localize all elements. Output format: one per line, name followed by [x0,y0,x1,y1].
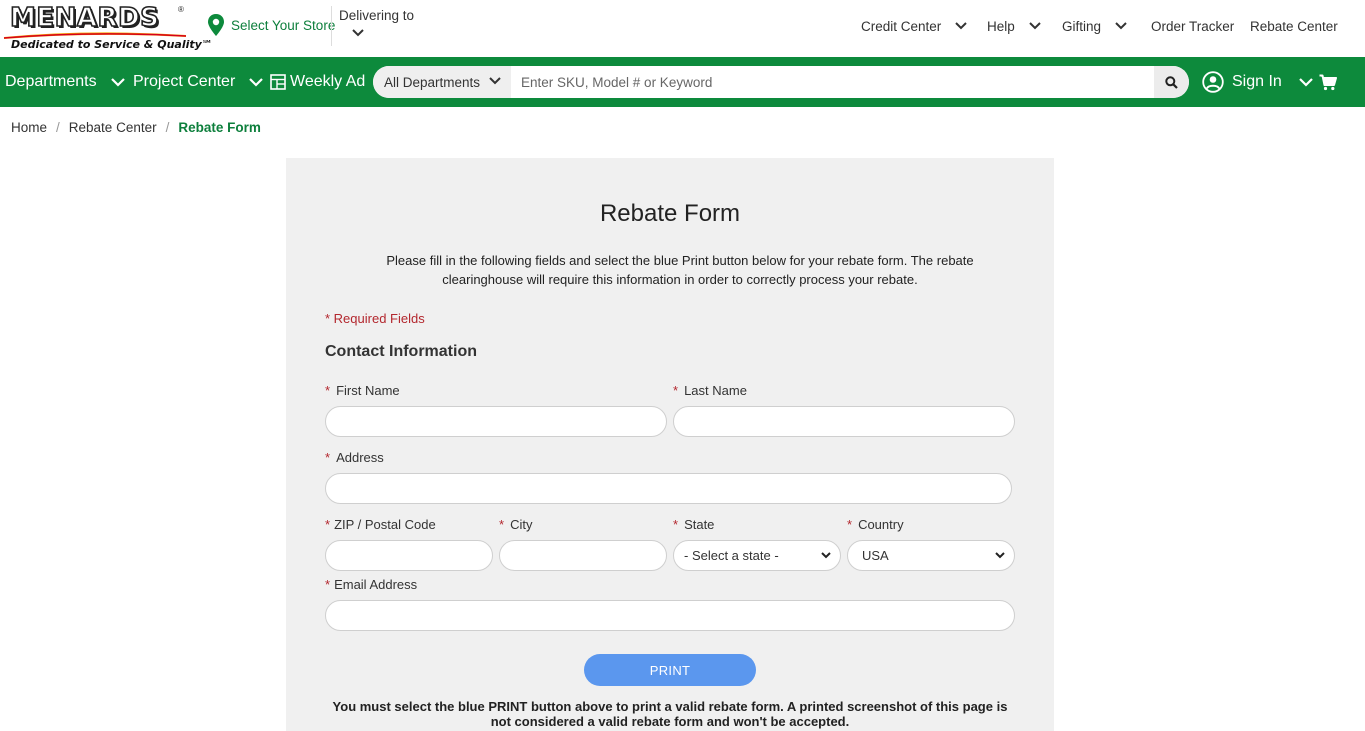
help-menu[interactable]: Help [987,16,1041,36]
utility-header: MENARDS ® Dedicated to Service & Quality… [0,0,1365,57]
shopping-cart-icon [1319,74,1337,90]
print-button[interactable]: PRINT [584,654,756,686]
chevron-down-icon [1029,22,1041,30]
breadcrumb-current: Rebate Form [178,120,261,135]
weekly-ad-icon [270,74,286,90]
project-center-menu[interactable]: Project Center [133,57,264,107]
chevron-down-icon [995,552,1005,559]
address-field[interactable] [325,473,1012,504]
breadcrumb-home[interactable]: Home [11,120,47,135]
chevron-down-icon [821,552,831,559]
first-name-field[interactable] [325,406,667,437]
sign-in-label: Sign In [1232,73,1282,90]
zip-field[interactable] [325,540,493,571]
breadcrumb: Home / Rebate Center / Rebate Form [11,120,261,135]
chevron-down-icon [955,22,968,30]
search-scope-select[interactable]: All Departments [373,66,511,98]
weekly-ad-link[interactable]: Weekly Ad [270,57,365,107]
rebate-form-panel: Rebate Form Please fill in the following… [286,158,1054,731]
country-label: * Country [847,517,904,532]
breadcrumb-separator: / [165,120,170,135]
menards-logo[interactable]: MENARDS ® Dedicated to Service & Quality… [2,2,213,53]
gifting-menu[interactable]: Gifting [1062,16,1127,36]
required-marker: * [673,517,679,532]
chevron-down-icon [249,77,264,87]
required-marker: * [673,383,679,398]
order-tracker-link[interactable]: Order Tracker [1151,16,1234,36]
breadcrumb-separator: / [56,120,60,135]
user-account-icon [1202,71,1224,93]
chevron-down-icon [352,29,364,37]
state-label-text: State [684,517,715,532]
zip-label-text: ZIP / Postal Code [334,517,436,532]
zip-label: * ZIP / Postal Code [325,517,436,532]
last-name-field[interactable] [673,406,1015,437]
chevron-down-icon [489,77,501,85]
rebate-center-link[interactable]: Rebate Center [1250,16,1338,36]
cart-button[interactable] [1319,57,1337,107]
first-name-label: * First Name [325,383,400,398]
project-center-label: Project Center [133,73,236,90]
city-label-text: City [510,517,533,532]
required-marker: * [499,517,505,532]
first-name-label-text: First Name [336,383,400,398]
chevron-down-icon [1115,22,1127,30]
email-label: * Email Address [325,577,417,592]
header-divider [331,6,332,46]
required-fields-note: * Required Fields [325,311,425,326]
form-instructions: Please fill in the following fields and … [386,253,974,287]
search-icon [1165,75,1178,89]
breadcrumb-rebate-center[interactable]: Rebate Center [69,120,157,135]
chevron-down-icon [1299,77,1313,87]
select-store-label: Select Your Store [231,17,336,33]
delivering-label: Delivering to [339,8,415,23]
departments-menu[interactable]: Departments [5,57,125,107]
delivering-to-dropdown[interactable]: Delivering to [339,7,415,37]
required-marker: * [325,577,331,592]
search-button[interactable] [1154,66,1189,98]
address-label-text: Address [336,450,384,465]
last-name-label: * Last Name [673,383,747,398]
email-label-text: Email Address [334,577,418,592]
required-marker: * [847,517,853,532]
help-label: Help [987,18,1015,34]
credit-center-menu[interactable]: Credit Center [861,16,968,36]
rebate-center-label: Rebate Center [1250,18,1338,34]
order-tracker-label: Order Tracker [1151,18,1235,34]
state-select-value: - Select a state - [684,548,779,563]
weekly-ad-label: Weekly Ad [290,73,366,90]
country-label-text: Country [858,517,904,532]
city-label: * City [499,517,532,532]
chevron-down-icon [110,77,125,87]
country-select[interactable]: USA [847,540,1015,571]
address-label: * Address [325,450,384,465]
gifting-label: Gifting [1062,18,1102,34]
departments-label: Departments [5,73,97,90]
search-bar: All Departments [373,66,1189,98]
required-marker: * [325,450,331,465]
location-pin-icon [208,14,224,36]
logo-tagline: Dedicated to Service & Quality℠ [11,38,214,51]
city-field[interactable] [499,540,667,571]
logo-wordmark: MENARDS [9,2,160,34]
select-store-link[interactable]: Select Your Store [207,12,335,38]
print-warning: You must select the blue PRINT button ab… [332,699,1008,729]
logo-registered-mark: ® [178,5,184,14]
page-title: Rebate Form [599,200,741,227]
contact-info-heading: Contact Information [325,343,477,360]
sign-in-menu[interactable]: Sign In [1202,57,1313,107]
required-marker: * [325,383,331,398]
country-select-value: USA [862,548,889,563]
required-marker: * [325,517,331,532]
search-input[interactable] [511,66,1155,98]
state-label: * State [673,517,714,532]
search-scope-label: All Departments [384,74,481,90]
main-nav-bar: Departments Project Center Weekly Ad All… [0,57,1365,107]
email-field[interactable] [325,600,1015,631]
last-name-label-text: Last Name [684,383,747,398]
credit-center-label: Credit Center [861,18,942,34]
state-select[interactable]: - Select a state - [673,540,841,571]
